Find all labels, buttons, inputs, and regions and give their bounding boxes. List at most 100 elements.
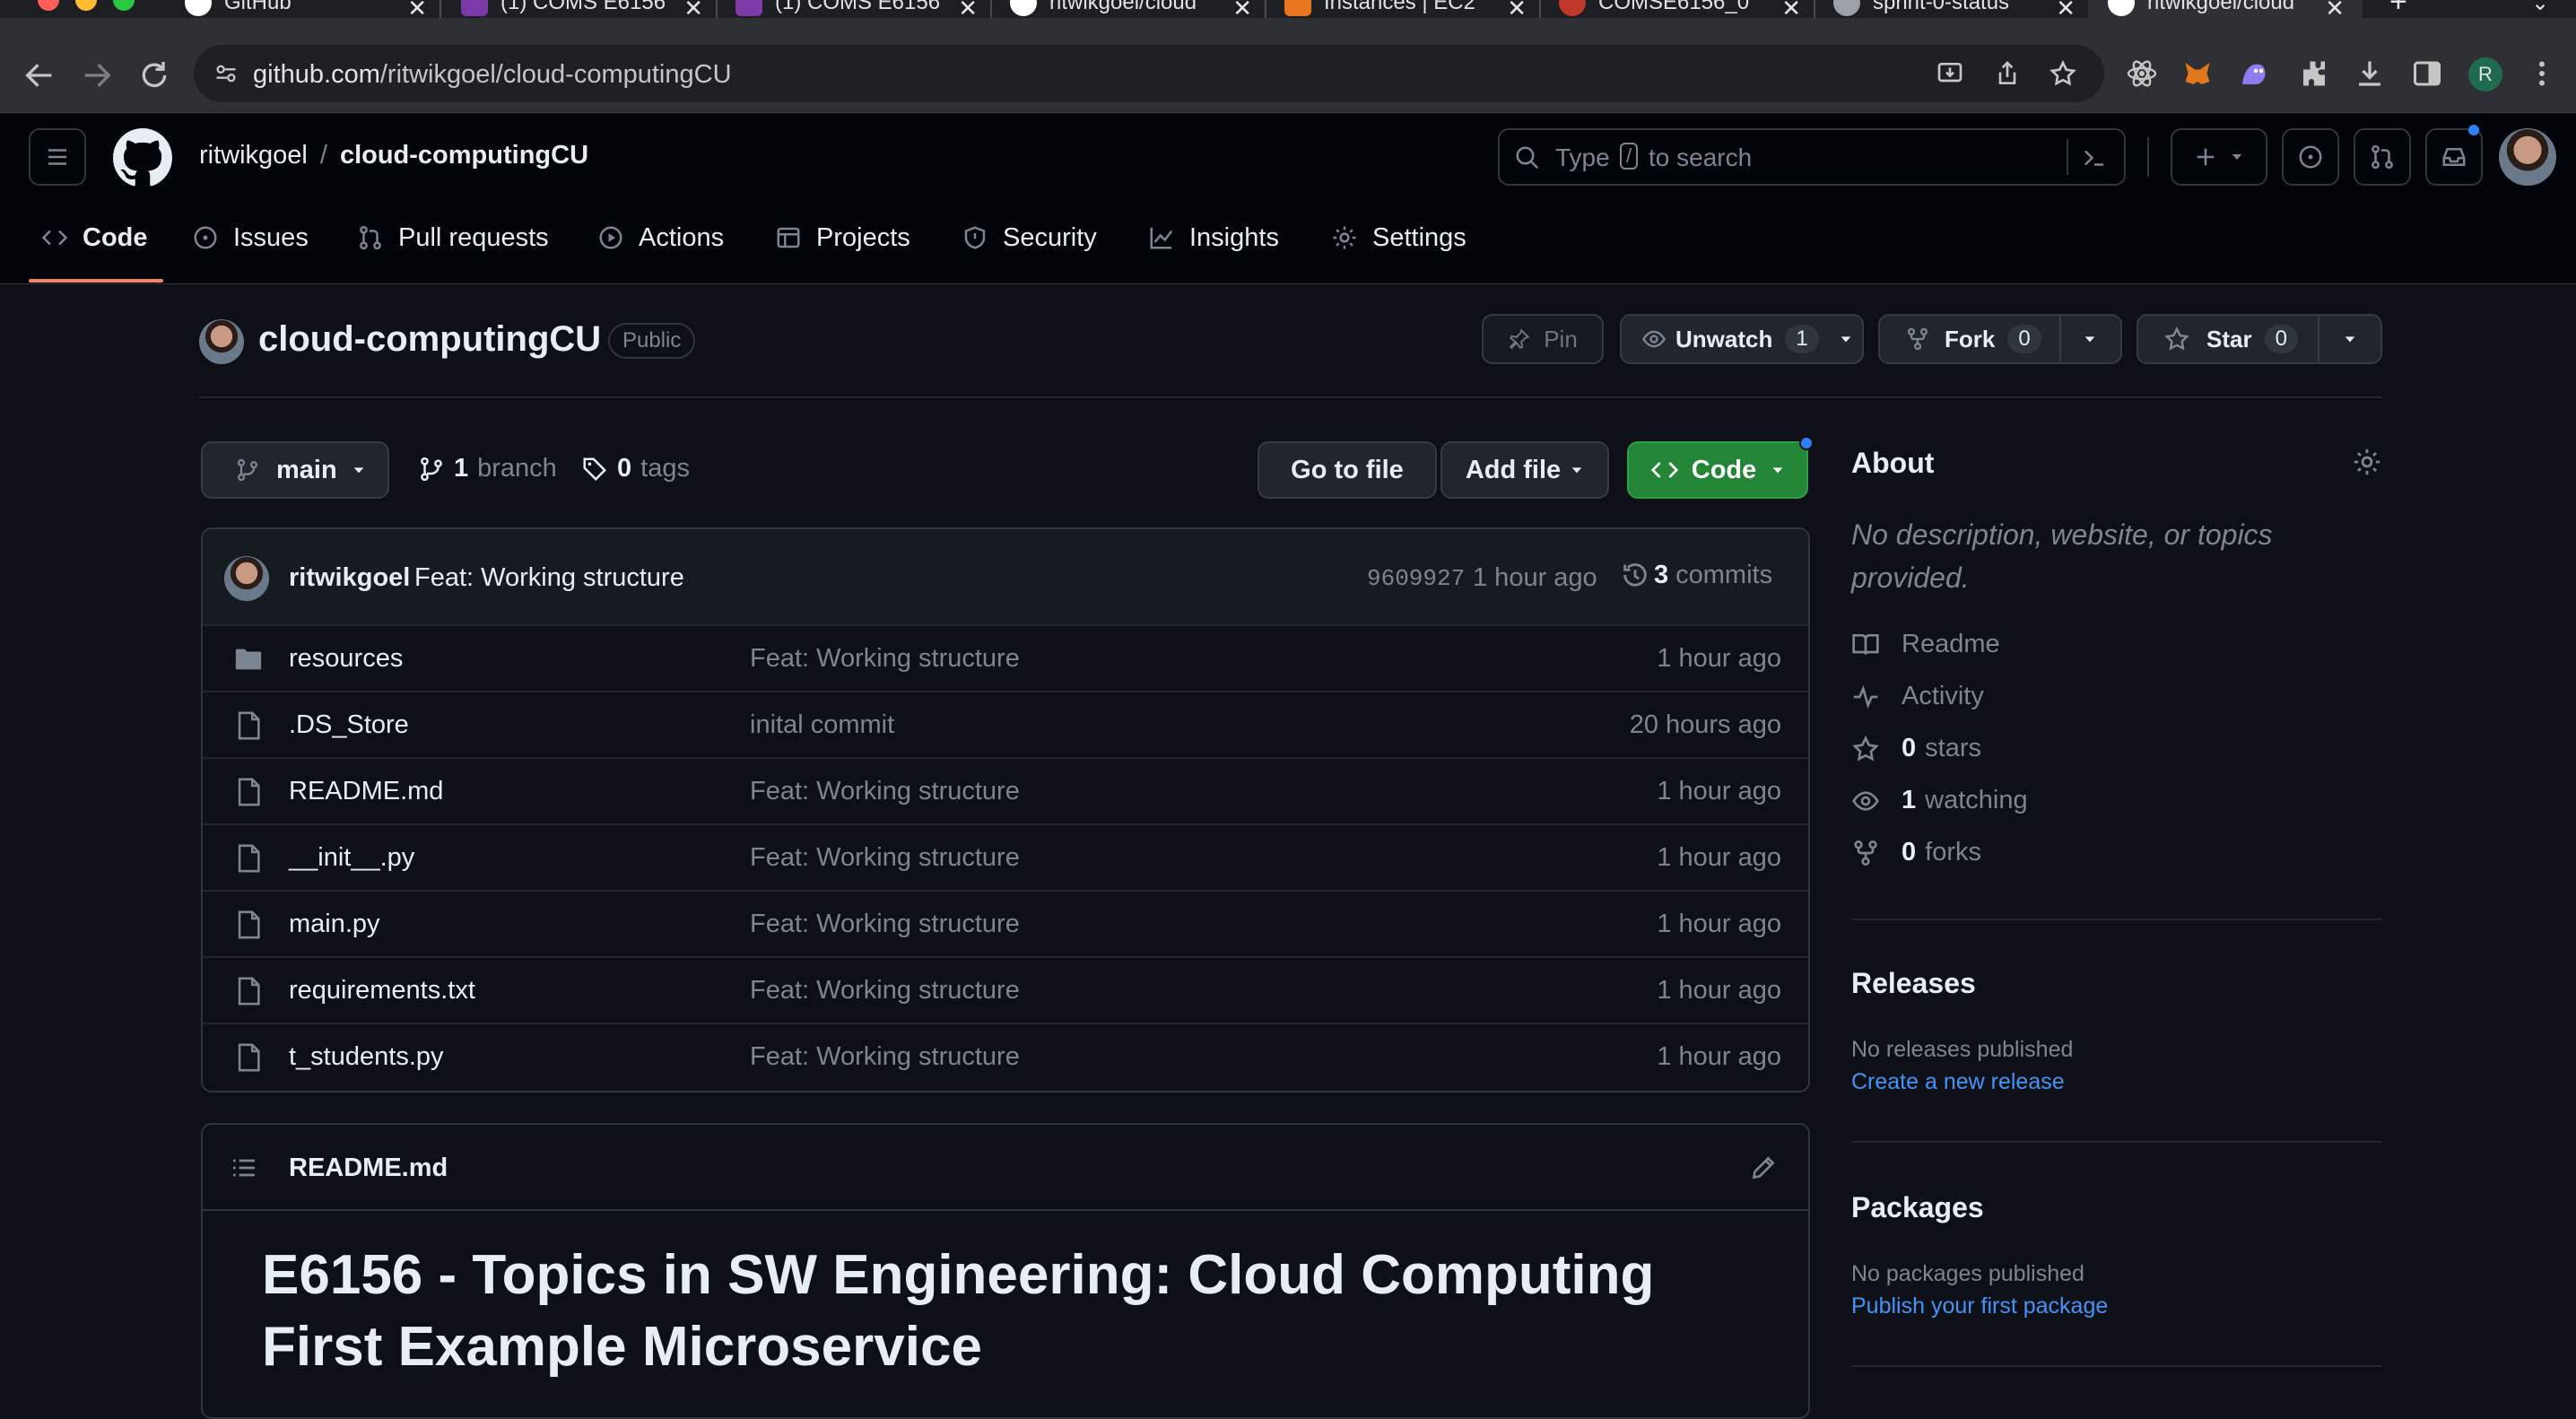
stars-link[interactable]: 0 stars (1851, 734, 1981, 763)
branches-link[interactable]: 1 branch (418, 454, 557, 483)
close-icon[interactable]: ✕ (1781, 0, 1801, 18)
file-commit-message[interactable]: Feat: Working structure (750, 976, 1020, 1005)
file-commit-message[interactable]: Feat: Working structure (750, 777, 1020, 806)
pull-requests-button[interactable] (2354, 128, 2411, 186)
inbox-button[interactable] (2425, 128, 2483, 186)
file-name[interactable]: main.py (289, 910, 380, 939)
close-icon[interactable]: ✕ (2056, 0, 2076, 18)
issues-button[interactable] (2282, 128, 2339, 186)
profile-avatar[interactable]: R (2468, 57, 2502, 91)
close-icon[interactable]: ✕ (958, 0, 978, 18)
repo-owner-avatar[interactable] (199, 319, 244, 364)
go-to-file-button[interactable]: Go to file (1258, 441, 1437, 499)
file-commit-message[interactable]: Feat: Working structure (750, 843, 1020, 873)
bookmark-star-icon[interactable] (2049, 59, 2077, 88)
file-name[interactable]: __init__.py (289, 843, 414, 873)
pin-button[interactable]: Pin (1482, 314, 1604, 364)
caret-down-icon[interactable] (2083, 332, 2097, 346)
tab-projects[interactable]: Projects (775, 211, 910, 265)
close-icon[interactable]: ✕ (2325, 0, 2345, 18)
gear-icon[interactable] (2352, 447, 2382, 477)
close-icon[interactable]: ✕ (1232, 0, 1252, 18)
star-button[interactable]: Star 0 (2137, 314, 2382, 364)
file-row[interactable]: README.md Feat: Working structure 1 hour… (203, 757, 1808, 823)
create-release-link[interactable]: Create a new release (1851, 1069, 2065, 1095)
edit-pencil-icon[interactable] (1749, 1153, 1778, 1182)
file-commit-message[interactable]: Feat: Working structure (750, 910, 1020, 939)
readme-filename[interactable]: README.md (289, 1153, 448, 1183)
browser-tab[interactable]: COMSE6156_0 ✕ (1559, 0, 1801, 18)
browser-tab[interactable]: (1) COMS E6156 ✕ (461, 0, 703, 18)
activity-link[interactable]: Activity (1851, 682, 1984, 711)
repo-link[interactable]: cloud-computingCU (340, 141, 588, 170)
browser-tab[interactable]: ritwikgoel/cloud ✕ (1010, 0, 1252, 18)
browser-tab[interactable]: Instances | EC2 ✕ (1284, 0, 1527, 18)
forward-arrow-icon[interactable] (79, 57, 115, 93)
file-row[interactable]: t_students.py Feat: Working structure 1 … (203, 1023, 1808, 1089)
fork-button[interactable]: Fork 0 (1878, 314, 2122, 364)
ghost-extension-icon[interactable] (2237, 57, 2269, 90)
list-icon[interactable] (230, 1153, 258, 1182)
tab-code[interactable]: Code (41, 211, 148, 265)
install-app-icon[interactable] (1936, 59, 1964, 88)
back-arrow-icon[interactable] (22, 57, 57, 93)
branch-selector[interactable]: main (201, 441, 389, 499)
tab-security[interactable]: Security (962, 211, 1097, 265)
browser-tab[interactable]: GitHub ✕ (185, 0, 427, 18)
browser-menu-icon[interactable] (2526, 57, 2558, 90)
publish-package-link[interactable]: Publish your first package (1851, 1293, 2108, 1319)
file-row[interactable]: requirements.txt Feat: Working structure… (203, 956, 1808, 1023)
address-bar[interactable]: github.com/ritwikgoel/cloud-computingCU (194, 45, 2104, 102)
minimize-window-button[interactable] (75, 0, 97, 11)
user-avatar[interactable] (2499, 128, 2556, 186)
close-icon[interactable]: ✕ (1507, 0, 1527, 18)
file-commit-message[interactable]: Feat: Working structure (750, 1042, 1020, 1072)
tags-link[interactable]: 0 tags (581, 454, 690, 483)
browser-tab[interactable]: sprint-0-status ✕ (1833, 0, 2076, 18)
file-name[interactable]: README.md (289, 777, 443, 806)
commit-author[interactable]: ritwikgoel (289, 563, 410, 593)
file-name[interactable]: resources (289, 644, 403, 674)
tab-actions[interactable]: Actions (597, 211, 724, 265)
downloads-icon[interactable] (2354, 57, 2386, 90)
file-name[interactable]: .DS_Store (289, 710, 409, 740)
add-file-button[interactable]: Add file (1440, 441, 1609, 499)
file-row[interactable]: resources Feat: Working structure 1 hour… (203, 624, 1808, 691)
file-name[interactable]: t_students.py (289, 1042, 444, 1072)
file-commit-message[interactable]: inital commit (750, 710, 894, 740)
caret-down-icon[interactable] (2343, 332, 2357, 346)
commit-author-avatar[interactable] (224, 556, 269, 601)
readme-link[interactable]: Readme (1851, 630, 2000, 659)
tab-issues[interactable]: Issues (192, 211, 309, 265)
create-new-button[interactable] (2171, 128, 2267, 186)
packages-heading[interactable]: Packages (1851, 1191, 1984, 1224)
commit-message[interactable]: Feat: Working structure (414, 563, 684, 593)
new-tab-button[interactable]: + (2389, 0, 2425, 18)
tab-settings[interactable]: Settings (1331, 211, 1466, 265)
close-icon[interactable]: ✕ (407, 0, 427, 18)
command-palette-icon[interactable] (2081, 144, 2108, 171)
close-window-button[interactable] (38, 0, 59, 11)
site-info-icon[interactable] (213, 61, 239, 86)
code-dropdown-button[interactable]: Code (1627, 441, 1808, 499)
forks-link[interactable]: 0 forks (1851, 838, 1981, 867)
side-panel-icon[interactable] (2411, 57, 2443, 90)
file-row[interactable]: .DS_Store inital commit 20 hours ago (203, 691, 1808, 757)
hamburger-menu-button[interactable] (29, 128, 86, 186)
repo-title[interactable]: cloud-computingCU (258, 319, 601, 360)
react-devtools-icon[interactable] (2126, 57, 2158, 90)
file-row[interactable]: __init__.py Feat: Working structure 1 ho… (203, 823, 1808, 890)
metamask-icon[interactable] (2181, 57, 2214, 90)
close-icon[interactable]: ✕ (683, 0, 703, 18)
tab-insights[interactable]: Insights (1148, 211, 1279, 265)
share-icon[interactable] (1993, 59, 2022, 88)
commit-sha[interactable]: 9609927 (1367, 565, 1465, 592)
file-commit-message[interactable]: Feat: Working structure (750, 644, 1020, 674)
file-row[interactable]: main.py Feat: Working structure 1 hour a… (203, 890, 1808, 956)
search-input[interactable]: Type / to search (1498, 128, 2126, 186)
maximize-window-button[interactable] (113, 0, 135, 11)
browser-tab[interactable]: (1) COMS E6156 ✕ (735, 0, 978, 18)
releases-heading[interactable]: Releases (1851, 967, 1976, 1000)
browser-tab-active[interactable]: ritwikgoel/cloud ✕ (2088, 0, 2363, 18)
github-logo-icon[interactable] (113, 128, 172, 187)
